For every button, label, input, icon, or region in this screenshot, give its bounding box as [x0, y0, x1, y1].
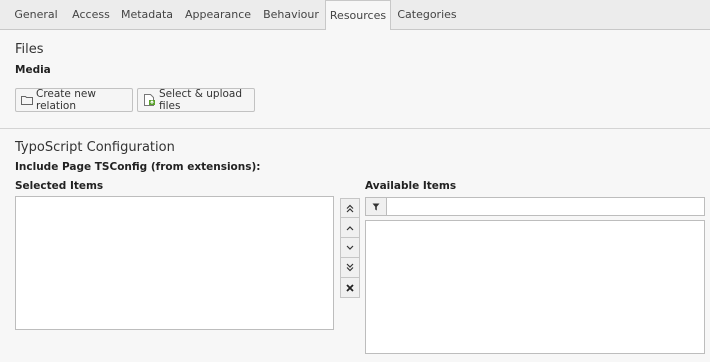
move-to-top-button[interactable]	[340, 198, 360, 218]
filter-button[interactable]	[365, 197, 387, 216]
tab-bar: General Access Metadata Appearance Behav…	[0, 0, 710, 31]
create-new-relation-label: Create new relation	[36, 88, 96, 112]
selected-items-list[interactable]	[15, 196, 334, 330]
media-label: Media	[15, 64, 51, 76]
available-items-label: Available Items	[365, 180, 457, 192]
tab-resources[interactable]: Resources	[325, 0, 391, 31]
include-tsconfig-label: Include Page TSConfig (from extensions):	[15, 161, 261, 173]
create-new-relation-button[interactable]: Create new relation	[15, 88, 133, 112]
tab-metadata[interactable]: Metadata	[118, 0, 176, 30]
tab-general[interactable]: General	[7, 0, 65, 30]
filter-icon	[372, 203, 380, 210]
move-to-bottom-button[interactable]	[340, 258, 360, 278]
selected-items-label: Selected Items	[15, 180, 104, 192]
folder-icon	[21, 95, 33, 105]
select-upload-files-label: Select & upload files	[159, 88, 243, 112]
chevron-up-icon	[346, 225, 354, 230]
close-icon	[346, 283, 354, 292]
double-chevron-down-icon	[346, 263, 354, 272]
file-upload-icon	[143, 94, 156, 106]
typoscript-section-title: TypoScript Configuration	[15, 140, 175, 155]
section-divider	[0, 128, 710, 129]
available-items-list[interactable]	[365, 220, 705, 354]
double-chevron-up-icon	[346, 204, 354, 212]
select-upload-files-button[interactable]: Select & upload files	[137, 88, 255, 112]
tab-access[interactable]: Access	[67, 0, 115, 30]
tab-appearance[interactable]: Appearance	[180, 0, 256, 30]
chevron-down-icon	[346, 245, 354, 250]
available-items-filter-input[interactable]	[386, 197, 705, 216]
tab-behaviour[interactable]: Behaviour	[258, 0, 324, 30]
tab-categories[interactable]: Categories	[392, 0, 462, 30]
files-section-title: Files	[15, 42, 44, 57]
tab-panel-resources: Files Media Create new relation Select &…	[0, 30, 710, 362]
remove-item-button[interactable]	[340, 278, 360, 298]
move-up-button[interactable]	[340, 218, 360, 238]
move-down-button[interactable]	[340, 238, 360, 258]
